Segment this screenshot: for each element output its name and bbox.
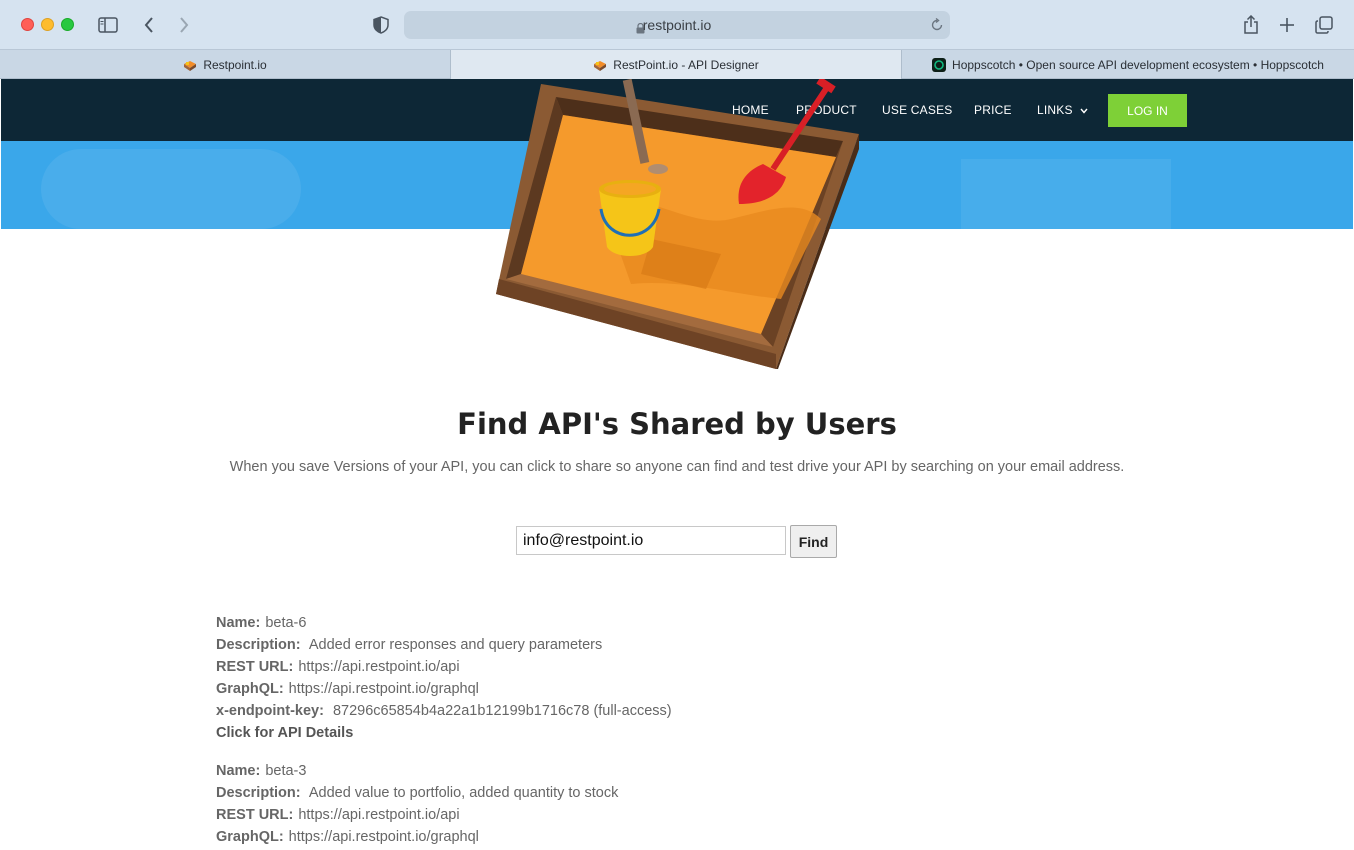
- api-graphql-url: https://api.restpoint.io/graphql: [288, 829, 479, 845]
- api-description: Added value to portfolio, added quantity…: [308, 785, 619, 801]
- hero-decoration: [41, 149, 301, 229]
- api-endpoint-key: 87296c65854b4a22a1b12199b1716c78 (full-a…: [332, 703, 672, 719]
- reload-icon[interactable]: [930, 17, 944, 36]
- web-page: HOME PRODUCT USE CASES PRICE LINKS LOG I…: [1, 79, 1353, 850]
- login-button[interactable]: LOG IN: [1108, 94, 1187, 127]
- chevron-down-icon: [1080, 108, 1088, 114]
- new-tab-icon[interactable]: [1275, 13, 1299, 37]
- sandbox-illustration: [496, 79, 859, 369]
- tab-bar: Restpoint.io RestPoint.io - API Designer…: [0, 50, 1354, 79]
- api-rest-url: https://api.restpoint.io/api: [298, 659, 460, 675]
- api-name: beta-3: [265, 763, 307, 779]
- zoom-window-button[interactable]: [61, 18, 74, 31]
- page-description: When you save Versions of your API, you …: [229, 459, 1125, 475]
- api-name: beta-6: [265, 615, 307, 631]
- api-details-link[interactable]: Click for API Details: [216, 725, 353, 741]
- api-rest-url-row: REST URL: https://api.restpoint.io/api: [216, 804, 916, 826]
- tab-api-designer[interactable]: RestPoint.io - API Designer: [451, 50, 902, 79]
- tab-restpoint[interactable]: Restpoint.io: [0, 50, 451, 79]
- field-label: Description:: [216, 785, 301, 801]
- tab-hoppscotch[interactable]: Hoppscotch • Open source API development…: [902, 50, 1354, 79]
- api-graphql-url: https://api.restpoint.io/graphql: [288, 681, 479, 697]
- close-window-button[interactable]: [21, 18, 34, 31]
- field-label: x-endpoint-key:: [216, 703, 324, 719]
- tab-label: RestPoint.io - API Designer: [613, 57, 759, 72]
- api-graphql-row: GraphQL: https://api.restpoint.io/graphql: [216, 678, 916, 700]
- page-title: Find API's Shared by Users: [457, 407, 897, 441]
- nav-links[interactable]: LINKS: [1037, 103, 1088, 117]
- back-icon[interactable]: [137, 13, 161, 37]
- share-icon[interactable]: [1239, 13, 1263, 37]
- address-bar[interactable]: restpoint.io: [404, 11, 950, 39]
- tab-label: Restpoint.io: [203, 57, 267, 72]
- field-label: Description:: [216, 637, 301, 653]
- api-card: Name: beta-3 Description: Added value to …: [216, 760, 916, 848]
- api-rest-url: https://api.restpoint.io/api: [298, 807, 460, 823]
- sidebar-icon[interactable]: [96, 13, 120, 37]
- field-label: REST URL:: [216, 807, 294, 823]
- find-button[interactable]: Find: [790, 525, 837, 558]
- field-label: GraphQL:: [216, 681, 284, 697]
- email-search-input[interactable]: info@restpoint.io: [516, 526, 786, 555]
- api-name-row: Name: beta-6: [216, 612, 916, 634]
- privacy-shield-icon[interactable]: [369, 13, 393, 37]
- field-label: Name:: [216, 763, 261, 779]
- url-text: restpoint.io: [642, 17, 712, 33]
- api-key-row: x-endpoint-key: 87296c65854b4a22a1b12199…: [216, 700, 916, 722]
- api-description: Added error responses and query paramete…: [308, 637, 603, 653]
- api-name-row: Name: beta-3: [216, 760, 916, 782]
- api-graphql-row: GraphQL: https://api.restpoint.io/graphql: [216, 826, 916, 848]
- api-rest-url-row: REST URL: https://api.restpoint.io/api: [216, 656, 916, 678]
- field-label: GraphQL:: [216, 829, 284, 845]
- shared-api-list: Name: beta-6 Description: Added error res…: [216, 612, 916, 850]
- tab-overview-icon[interactable]: [1312, 13, 1336, 37]
- sandbox-favicon-icon: [183, 58, 197, 72]
- field-label: REST URL:: [216, 659, 294, 675]
- api-description-row: Description: Added error responses and q…: [216, 634, 916, 656]
- nav-links-label: LINKS: [1037, 103, 1073, 117]
- minimize-window-button[interactable]: [41, 18, 54, 31]
- browser-titlebar: restpoint.io: [0, 0, 1354, 50]
- tab-label: Hoppscotch • Open source API development…: [952, 57, 1324, 72]
- forward-icon[interactable]: [172, 13, 196, 37]
- nav-price[interactable]: PRICE: [974, 103, 1012, 117]
- field-label: Name:: [216, 615, 261, 631]
- hoppscotch-favicon-icon: [932, 57, 947, 72]
- api-card: Name: beta-6 Description: Added error res…: [216, 612, 916, 744]
- api-description-row: Description: Added value to portfolio, a…: [216, 782, 916, 804]
- hero-decoration: [961, 159, 1171, 229]
- nav-use-cases[interactable]: USE CASES: [882, 103, 953, 117]
- sandbox-favicon-icon: [593, 58, 607, 72]
